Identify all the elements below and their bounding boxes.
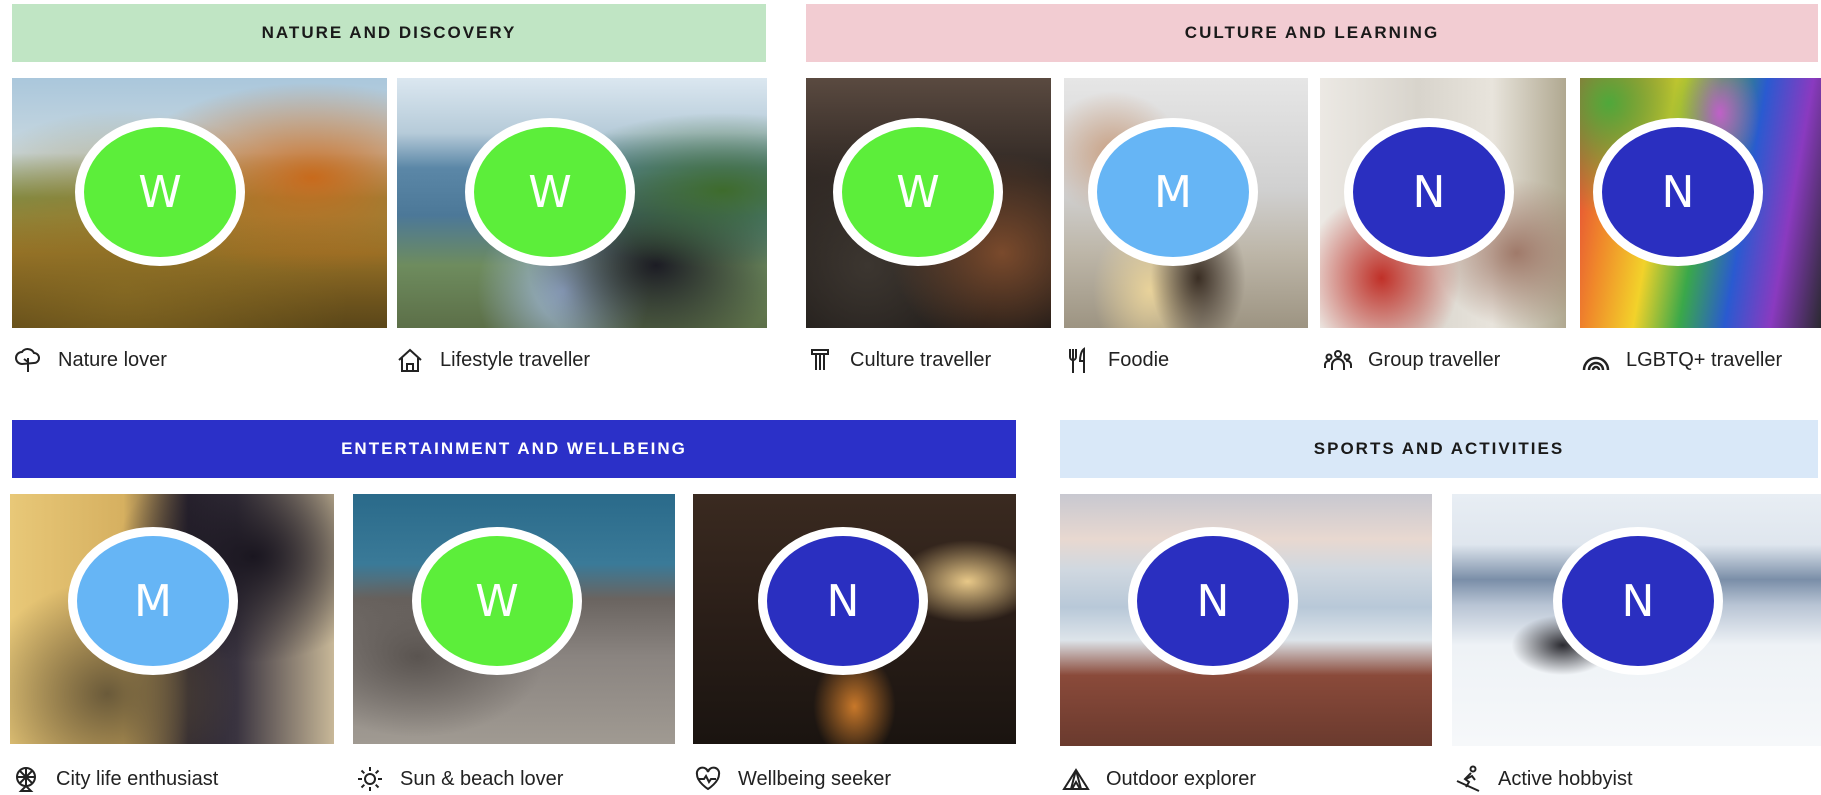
label-text: Active hobbyist xyxy=(1498,767,1633,790)
label-city-life-enthusiast: City life enthusiast xyxy=(12,764,218,794)
label-foodie: Foodie xyxy=(1064,345,1169,375)
segment-badge-sun-and-beach-lover: W xyxy=(412,527,582,675)
segment-badge-nature-lover: W xyxy=(75,118,245,266)
label-text: Lifestyle traveller xyxy=(440,348,591,371)
label-nature-lover: Nature lover xyxy=(14,345,167,375)
segment-badge-lgbtq-traveller: N xyxy=(1593,118,1763,266)
banner-title: ENTERTAINMENT AND WELLBEING xyxy=(341,439,687,458)
label-lifestyle-traveller: Lifestyle traveller xyxy=(396,345,590,375)
segment-badge-city-life-enthusiast: M xyxy=(68,527,238,675)
sun-icon xyxy=(356,764,388,794)
label-text: Wellbeing seeker xyxy=(738,767,892,790)
skier-icon xyxy=(1454,764,1486,794)
banner-title: CULTURE AND LEARNING xyxy=(1184,23,1440,42)
banner-title: NATURE AND DISCOVERY xyxy=(261,23,517,42)
segment-badge-culture-traveller: W xyxy=(833,118,1003,266)
segment-badge-outdoor-explorer: N xyxy=(1128,527,1298,675)
segment-badge-foodie: M xyxy=(1088,118,1258,266)
label-text: LGBTQ+ traveller xyxy=(1626,348,1783,371)
heart-pulse-icon xyxy=(694,764,726,794)
column-icon xyxy=(806,345,838,375)
banner-entertainment-and-wellbeing: ENTERTAINMENT AND WELLBEING xyxy=(12,420,1016,478)
tree-icon xyxy=(14,345,46,375)
label-text: Foodie xyxy=(1108,348,1170,371)
label-outdoor-explorer: Outdoor explorer xyxy=(1062,764,1256,794)
label-text: Group traveller xyxy=(1368,348,1501,371)
label-text: Outdoor explorer xyxy=(1106,767,1257,790)
banner-title: SPORTS AND ACTIVITIES xyxy=(1313,439,1565,458)
rainbow-icon xyxy=(1582,345,1614,375)
house-icon xyxy=(396,345,428,375)
label-text: Nature lover xyxy=(58,348,167,371)
label-wellbeing-seeker: Wellbeing seeker xyxy=(694,764,891,794)
label-sun-and-beach-lover: Sun & beach lover xyxy=(356,764,563,794)
label-text: City life enthusiast xyxy=(56,767,219,790)
label-culture-traveller: Culture traveller xyxy=(806,345,991,375)
label-text: Culture traveller xyxy=(850,348,992,371)
label-lgbtq-traveller: LGBTQ+ traveller xyxy=(1582,345,1782,375)
segment-badge-lifestyle-traveller: W xyxy=(465,118,635,266)
fork-knife-icon xyxy=(1064,345,1096,375)
label-group-traveller: Group traveller xyxy=(1324,345,1500,375)
tent-icon xyxy=(1062,764,1094,794)
ferris-wheel-icon xyxy=(12,764,44,794)
group-icon xyxy=(1324,345,1356,375)
segment-badge-wellbeing-seeker: N xyxy=(758,527,928,675)
banner-nature-and-discovery: NATURE AND DISCOVERY xyxy=(12,4,766,62)
segment-badge-group-traveller: N xyxy=(1344,118,1514,266)
banner-sports-and-activities: SPORTS AND ACTIVITIES xyxy=(1060,420,1818,478)
banner-culture-and-learning: CULTURE AND LEARNING xyxy=(806,4,1818,62)
label-active-hobbyist: Active hobbyist xyxy=(1454,764,1633,794)
segment-badge-active-hobbyist: N xyxy=(1553,527,1723,675)
label-text: Sun & beach lover xyxy=(400,767,564,790)
